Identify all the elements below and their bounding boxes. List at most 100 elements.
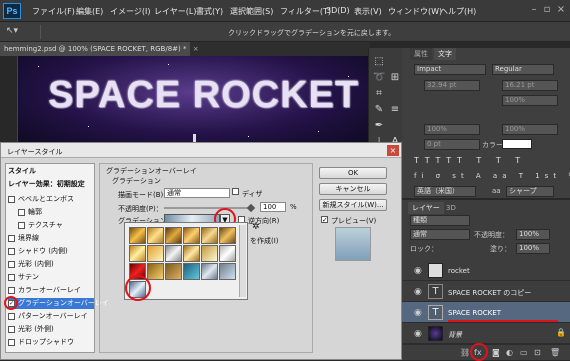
- menu-image[interactable]: イメージ(I): [110, 6, 150, 17]
- move-tool-icon[interactable]: ↖▾: [6, 26, 34, 38]
- history-panel-icon[interactable]: ⊞: [389, 72, 401, 84]
- link-layers-icon[interactable]: ⛓: [460, 348, 470, 357]
- folder-icon[interactable]: ▭: [520, 348, 528, 357]
- opacity-slider-handle[interactable]: [246, 203, 256, 213]
- menu-type[interactable]: 書式(Y): [196, 6, 223, 17]
- brush-panel-icon[interactable]: ≡: [389, 104, 401, 116]
- style-item[interactable]: サテン: [8, 272, 95, 283]
- gradient-swatch[interactable]: [183, 227, 200, 244]
- blending-options-item[interactable]: レイヤー効果：初期設定: [8, 179, 95, 190]
- new-layer-icon[interactable]: ⊡: [534, 348, 541, 357]
- layer-row[interactable]: ◉ rocket: [402, 260, 570, 281]
- marquee-tool-icon[interactable]: ⬚: [373, 56, 385, 68]
- font-size-field[interactable]: 32.94 pt: [424, 80, 480, 91]
- menu-select[interactable]: 選択範囲(S): [230, 6, 273, 17]
- mask-icon[interactable]: ◙: [492, 348, 500, 357]
- new-style-button[interactable]: 新規スタイル(W)...: [319, 199, 387, 211]
- style-item[interactable]: 輪郭: [8, 207, 95, 218]
- visibility-eye-icon[interactable]: ◉: [414, 266, 422, 276]
- brush-tool-icon[interactable]: ✒: [373, 120, 385, 132]
- style-item[interactable]: ドロップシャドウ: [8, 337, 95, 348]
- document-tab[interactable]: hemming2.psd @ 100% (SPACE ROCKET, RGB/8…: [0, 42, 199, 56]
- style-checkbox[interactable]: [8, 286, 15, 294]
- style-item-active[interactable]: ✓ グラデーションオーバーレイ: [8, 298, 109, 309]
- text-style-buttons[interactable]: TTTTT T T T: [414, 156, 564, 166]
- styles-header[interactable]: スタイル: [8, 166, 95, 177]
- gradient-swatch[interactable]: [129, 245, 146, 262]
- antialias-select[interactable]: シャープ: [506, 186, 554, 197]
- layer-blend-select[interactable]: 通常: [410, 229, 470, 240]
- dither-checkbox[interactable]: [232, 188, 239, 195]
- style-item[interactable]: 境界線: [8, 233, 95, 244]
- gradient-swatch[interactable]: [147, 245, 164, 262]
- ok-button[interactable]: OK: [319, 167, 387, 179]
- layer-row[interactable]: ◉ T SPACE ROCKET のコピー: [402, 281, 570, 302]
- layer-row-selected[interactable]: ◉ T SPACE ROCKET: [402, 302, 570, 323]
- layer-name[interactable]: SPACE ROCKET: [448, 309, 501, 317]
- gradient-swatch[interactable]: [219, 245, 236, 262]
- dialog-close-icon[interactable]: ×: [387, 145, 399, 156]
- visibility-eye-icon[interactable]: ◉: [414, 308, 422, 318]
- gradient-swatch[interactable]: [201, 245, 218, 262]
- gradient-swatch[interactable]: [165, 227, 182, 244]
- opentype-buttons[interactable]: fi σ st A aa T 1st ½: [414, 172, 570, 182]
- style-item[interactable]: ベベルとエンボス: [8, 194, 95, 205]
- visibility-eye-icon[interactable]: ◉: [414, 287, 422, 297]
- menu-layer[interactable]: レイヤー(L): [154, 6, 196, 17]
- tab-character[interactable]: 文字: [434, 48, 456, 60]
- style-checkbox[interactable]: [8, 273, 15, 281]
- canvas[interactable]: SPACE ROCKET: [18, 56, 368, 146]
- baseline-field[interactable]: 0 pt: [424, 139, 480, 150]
- style-item[interactable]: 光彩 (内側): [8, 259, 95, 270]
- style-item[interactable]: 光彩 (外側): [8, 324, 95, 335]
- style-item[interactable]: シャドウ (内側): [8, 246, 95, 257]
- gradient-swatch[interactable]: [165, 245, 182, 262]
- gradient-swatch[interactable]: [183, 263, 200, 280]
- picker-gear-icon[interactable]: ✲: [252, 222, 260, 232]
- menu-view[interactable]: 表示(V): [354, 6, 382, 17]
- language-select[interactable]: 英語（米国）: [414, 186, 476, 197]
- layer-filter-select[interactable]: 種類: [410, 215, 470, 226]
- style-item[interactable]: カラーオーバーレイ: [8, 285, 95, 296]
- menu-filter[interactable]: フィルター(T): [280, 6, 331, 17]
- style-checkbox[interactable]: [8, 325, 15, 333]
- menu-edit[interactable]: 編集(E): [76, 6, 103, 17]
- font-style-select[interactable]: Regular: [492, 64, 554, 75]
- gradient-swatch[interactable]: [129, 227, 146, 244]
- blend-mode-select[interactable]: 通常: [164, 188, 230, 198]
- gradient-swatch[interactable]: [219, 227, 236, 244]
- gradient-swatch[interactable]: [165, 263, 182, 280]
- style-checkbox[interactable]: [18, 208, 25, 216]
- layer-row[interactable]: ◉ 背景 🔒: [402, 323, 570, 344]
- style-checkbox[interactable]: [8, 260, 15, 268]
- tab-layers[interactable]: レイヤー: [408, 202, 444, 214]
- menu-file[interactable]: ファイル(F): [32, 6, 75, 17]
- leading-field[interactable]: 16.21 pt: [502, 80, 558, 91]
- tab-properties[interactable]: 属性: [410, 48, 432, 60]
- font-family-select[interactable]: Impact: [414, 64, 486, 75]
- gradient-swatch[interactable]: [183, 245, 200, 262]
- crop-tool-icon[interactable]: ⌗: [373, 88, 385, 100]
- tab-close-icon[interactable]: ×: [193, 45, 199, 53]
- preview-checkbox[interactable]: ✓: [321, 216, 328, 224]
- style-checkbox[interactable]: [18, 221, 25, 229]
- vertical-scale-field[interactable]: 100%: [424, 124, 480, 135]
- layer-name[interactable]: 背景: [448, 330, 462, 340]
- style-checkbox[interactable]: [8, 234, 15, 242]
- style-item[interactable]: パターンオーバーレイ: [8, 311, 95, 322]
- tracking-field[interactable]: 100%: [502, 95, 558, 106]
- opacity-slider-track[interactable]: [164, 207, 252, 209]
- tab-3d[interactable]: 3D: [442, 202, 460, 214]
- close-window-icon[interactable]: ×: [555, 4, 567, 16]
- style-checkbox[interactable]: [8, 312, 15, 320]
- style-checkbox[interactable]: [8, 247, 15, 255]
- style-checkbox[interactable]: [8, 195, 15, 203]
- cancel-button[interactable]: キャンセル: [319, 183, 387, 195]
- eyedropper-tool-icon[interactable]: ✎: [373, 104, 385, 116]
- menu-3d[interactable]: 3D(D): [326, 6, 350, 15]
- layer-fill-field[interactable]: 100%: [516, 243, 550, 254]
- style-checkbox[interactable]: [8, 338, 15, 346]
- gradient-swatch[interactable]: [201, 227, 218, 244]
- horizontal-scale-field[interactable]: 100%: [502, 124, 558, 135]
- gradient-swatch[interactable]: [201, 263, 218, 280]
